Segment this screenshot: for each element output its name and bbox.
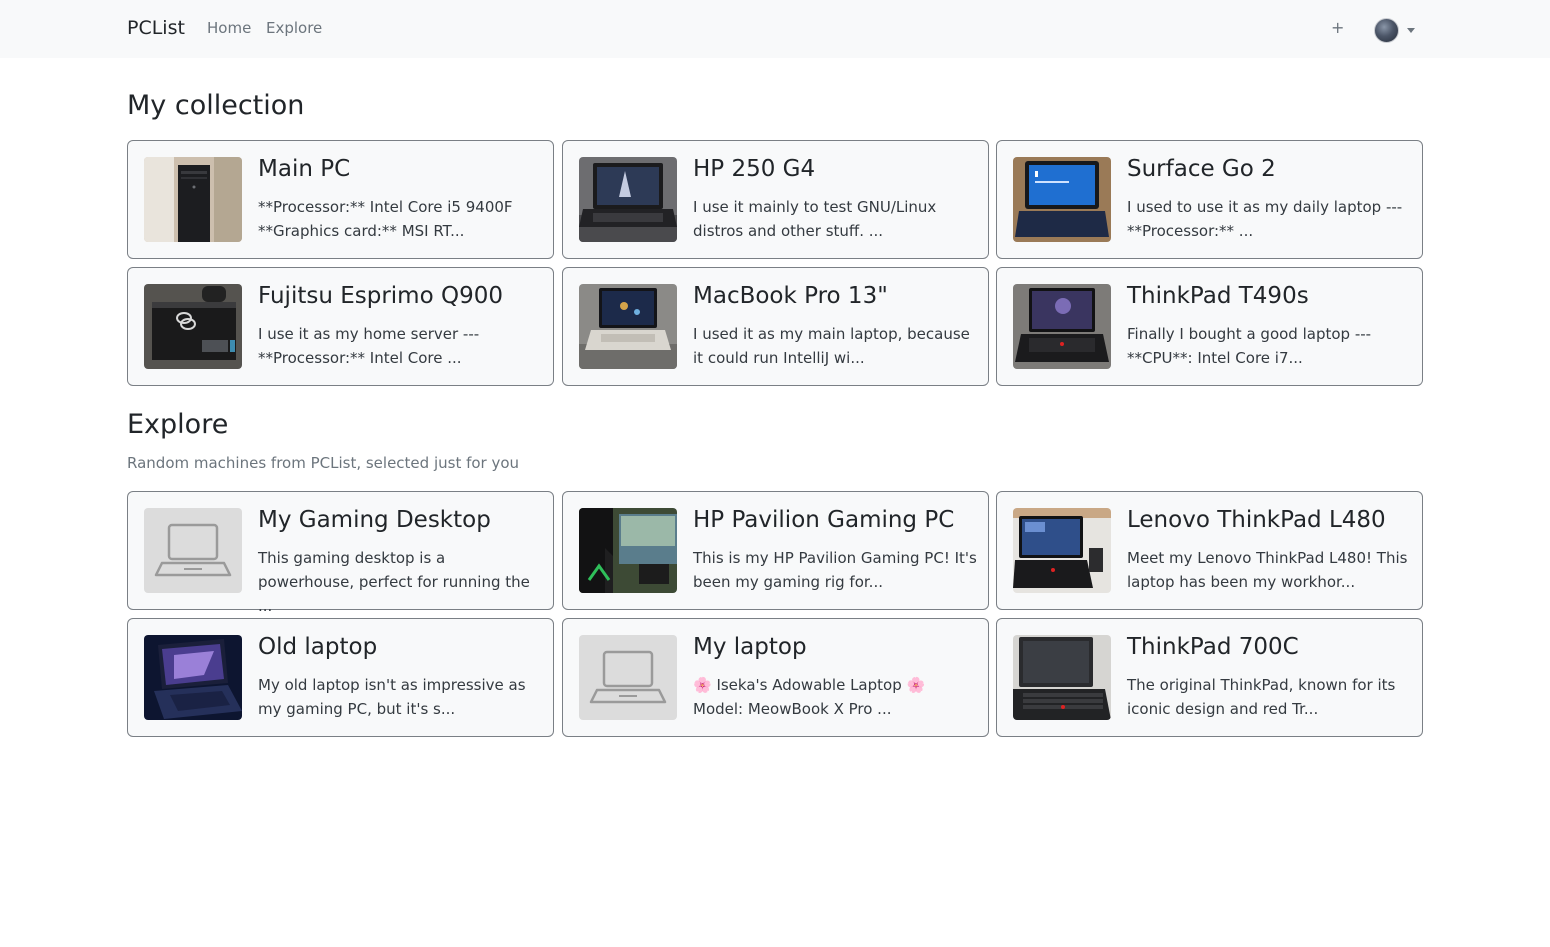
machine-thumbnail [144,157,242,242]
machine-title: HP 250 G4 [693,156,816,182]
nav-link-explore[interactable]: Explore [266,19,322,37]
machine-description: I used it as my main laptop, because it … [693,325,970,367]
machine-description: I use it as my home server --- **Process… [258,325,480,367]
machine-card[interactable]: HP 250 G4 I use it mainly to test GNU/Li… [562,140,989,259]
navbar: PCList Home Explore + [0,0,1550,58]
machine-title: My laptop [693,634,807,660]
avatar [1374,17,1399,43]
machine-description: I used to use it as my daily laptop --- … [1127,198,1403,240]
machine-thumbnail [579,157,677,242]
machine-description: Meet my Lenovo ThinkPad L480! This lapto… [1127,549,1408,591]
machine-description: Finally I bought a good laptop --- **CPU… [1127,325,1372,367]
nav-link-home[interactable]: Home [207,19,251,37]
machine-title: ThinkPad 700C [1127,634,1299,660]
machine-card[interactable]: Surface Go 2 I used to use it as my dail… [996,140,1423,259]
machine-card[interactable]: Lenovo ThinkPad L480 Meet my Lenovo Thin… [996,491,1423,610]
machine-thumbnail [144,284,242,369]
machine-card[interactable]: MacBook Pro 13" I used it as my main lap… [562,267,989,386]
machine-description: This is my HP Pavilion Gaming PC! It's b… [693,549,977,591]
add-machine-button[interactable]: + [1331,18,1344,37]
machine-card[interactable]: ThinkPad 700C The original ThinkPad, kno… [996,618,1423,737]
machine-card[interactable]: Main PC **Processor:** Intel Core i5 940… [127,140,554,259]
machine-thumbnail [1013,284,1111,369]
caret-down-icon [1407,27,1415,33]
user-menu-dropdown[interactable] [1374,17,1418,43]
machine-thumbnail [1013,508,1111,593]
machine-card[interactable]: HP Pavilion Gaming PC This is my HP Pavi… [562,491,989,610]
explore-heading: Explore [127,409,229,440]
machine-card[interactable]: Old laptop My old laptop isn't as impres… [127,618,554,737]
machine-description: I use it mainly to test GNU/Linux distro… [693,198,937,240]
machine-thumbnail [144,635,242,720]
machine-title: Surface Go 2 [1127,156,1276,182]
machine-thumbnail [1013,157,1111,242]
machine-description: The original ThinkPad, known for its ico… [1127,676,1396,718]
machine-title: My Gaming Desktop [258,507,491,533]
machine-title: Old laptop [258,634,378,660]
machine-thumbnail [1013,635,1111,720]
machine-title: MacBook Pro 13" [693,283,888,309]
brand-logo[interactable]: PCList [127,17,185,39]
machine-card[interactable]: ThinkPad T490s Finally I bought a good l… [996,267,1423,386]
machine-title: HP Pavilion Gaming PC [693,507,955,533]
explore-subtitle: Random machines from PCList, selected ju… [127,454,520,472]
machine-card[interactable]: Fujitsu Esprimo Q900 I use it as my home… [127,267,554,386]
machine-title: Lenovo ThinkPad L480 [1127,507,1386,533]
machine-description: My old laptop isn't as impressive as my … [258,676,526,718]
machine-title: Main PC [258,156,351,182]
laptop-placeholder-icon [579,635,677,720]
machine-title: Fujitsu Esprimo Q900 [258,283,503,309]
machine-description: **Processor:** Intel Core i5 9400F **Gra… [258,198,513,240]
machine-thumbnail [579,508,677,593]
machine-title: ThinkPad T490s [1127,283,1309,309]
collection-heading: My collection [127,90,305,121]
machine-card[interactable]: My Gaming Desktop This gaming desktop is… [127,491,554,615]
machine-card[interactable]: My laptop 🌸 Iseka's Adowable Laptop 🌸 Mo… [562,618,989,737]
laptop-placeholder-icon [144,508,242,593]
machine-description: This gaming desktop is a powerhouse, per… [258,549,530,615]
machine-thumbnail [579,284,677,369]
machine-description: 🌸 Iseka's Adowable Laptop 🌸 Model: MeowB… [693,676,926,718]
